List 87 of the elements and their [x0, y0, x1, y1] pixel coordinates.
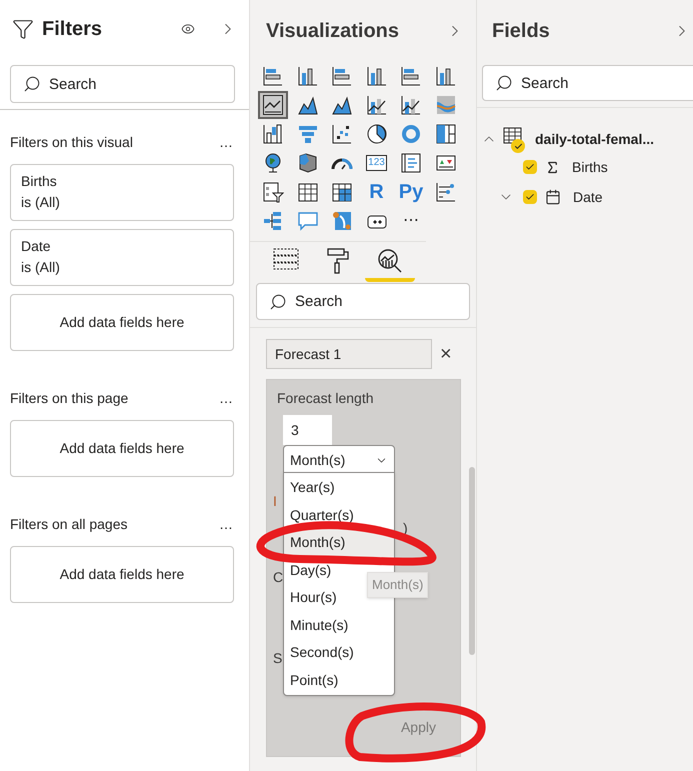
forecast-name-field[interactable]: Forecast 1 — [266, 339, 432, 369]
list-card-icon — [400, 152, 422, 174]
waterfall-chart-icon — [262, 123, 284, 145]
column-chart-icon — [296, 65, 318, 87]
filter-card[interactable]: Date is (All) — [10, 229, 234, 286]
visual-type-button[interactable] — [258, 91, 288, 119]
close-button[interactable]: × — [440, 344, 452, 364]
drop-zone[interactable]: Add data fields here — [10, 546, 234, 603]
forecast-length-field[interactable]: 3 — [283, 415, 332, 445]
line-chart-icon — [262, 94, 284, 116]
column-chart-icon — [434, 65, 456, 87]
more-options-button[interactable]: … — [219, 132, 239, 152]
search-field[interactable]: Search — [482, 65, 693, 101]
field-label: Forecast length — [277, 389, 374, 408]
line-column-chart-icon — [366, 94, 388, 116]
filter-value: is (All) — [21, 258, 61, 276]
tooltip: Month(s) — [367, 572, 428, 598]
visibility-icon[interactable] — [181, 22, 195, 36]
search-field[interactable]: Search — [10, 65, 235, 103]
table-icon — [296, 181, 318, 203]
search-input[interactable]: Search — [49, 66, 222, 102]
bar-chart-icon — [400, 65, 422, 87]
partly-hidden-label: I — [273, 492, 277, 511]
filter-field-name: Births — [21, 172, 58, 190]
tree-icon — [262, 210, 284, 232]
donut-chart-icon — [400, 123, 422, 145]
check-icon — [525, 162, 535, 172]
filter-value: is (All) — [21, 193, 61, 211]
fields-well-icon — [273, 248, 299, 270]
field-name[interactable]: Date — [573, 186, 603, 208]
more-options-button[interactable]: … — [219, 514, 239, 534]
line-column-chart-icon — [400, 94, 422, 116]
script-visual-button[interactable]: Py — [396, 178, 426, 206]
dropdown-option[interactable]: Year(s) — [284, 474, 394, 502]
search-icon — [495, 74, 513, 92]
paint-roller-icon — [326, 248, 350, 274]
dropdown-option[interactable]: Second(s) — [284, 639, 394, 666]
area-chart-icon — [296, 94, 318, 116]
table-name[interactable]: daily-total-femal... — [535, 128, 654, 150]
field-name[interactable]: Births — [572, 156, 608, 178]
more-visuals-button[interactable]: ⋯ — [396, 207, 426, 235]
matrix-icon — [331, 181, 353, 203]
map-icon — [296, 152, 318, 174]
panel-title: Visualizations — [266, 19, 400, 44]
unit-dropdown[interactable]: Month(s) — [283, 445, 395, 475]
section-title: Filters on this visual — [10, 132, 133, 152]
dropdown-option[interactable]: Point(s) — [284, 666, 394, 694]
slider-chart-icon — [434, 181, 456, 203]
table-icon — [503, 127, 523, 145]
section-title: Filters on all pages — [10, 514, 128, 534]
more-options-button[interactable]: … — [219, 388, 239, 408]
calendar-icon — [545, 189, 561, 205]
filter-card[interactable]: Births is (All) — [10, 164, 234, 221]
scatter-chart-icon — [331, 123, 353, 145]
bar-chart-icon — [262, 65, 284, 87]
filter-field-name: Date — [21, 237, 52, 255]
pie-chart-icon — [366, 123, 388, 145]
filter-icon — [12, 18, 34, 40]
analytics-icon — [377, 248, 403, 274]
checkbox[interactable] — [523, 160, 537, 174]
bar-chart-icon — [331, 65, 353, 87]
script-visual-button[interactable]: R — [362, 178, 392, 206]
check-icon — [514, 142, 522, 150]
panel-title: Filters — [42, 17, 104, 42]
drop-zone[interactable]: Add data fields here — [10, 420, 234, 477]
drop-zone[interactable]: Add data fields here — [10, 294, 234, 351]
search-icon — [269, 292, 287, 310]
search-icon — [23, 75, 41, 93]
treemap-icon — [434, 123, 456, 145]
speech-bubble-icon — [296, 210, 318, 232]
search-field[interactable]: Search — [256, 283, 470, 320]
checkbox[interactable] — [523, 190, 537, 204]
panel-title: Fields — [492, 19, 550, 44]
dropdown-option[interactable]: Minute(s) — [284, 612, 394, 639]
partly-hidden-label: C — [273, 568, 284, 587]
dropdown-option[interactable]: Quarter(s) — [284, 502, 394, 529]
area-chart-icon — [331, 94, 353, 116]
search-input[interactable]: Search — [295, 284, 457, 319]
search-input[interactable]: Search — [521, 66, 685, 100]
sigma-icon — [545, 160, 560, 174]
column-chart-icon — [366, 65, 388, 87]
section-title: Filters on this page — [10, 388, 128, 408]
funnel-icon — [296, 123, 318, 145]
check-icon — [525, 192, 535, 202]
partly-hidden-label: S — [273, 649, 282, 668]
slicer-icon — [262, 181, 284, 203]
ribbon-chart-icon — [434, 94, 456, 116]
